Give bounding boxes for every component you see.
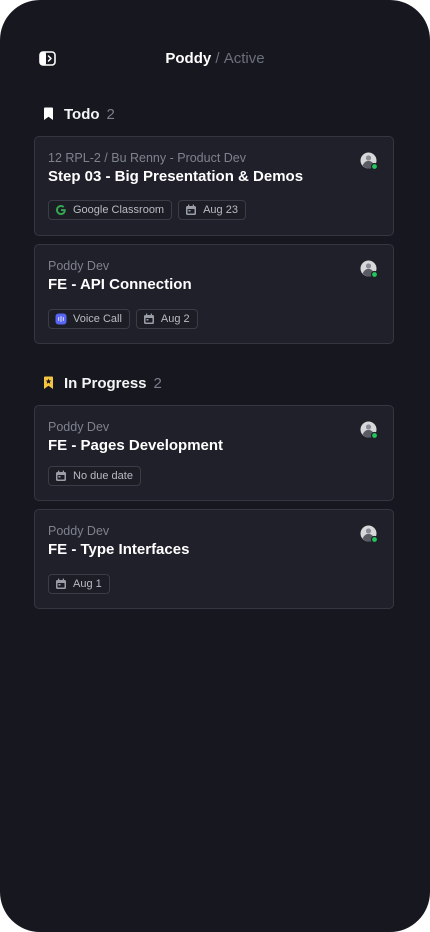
task-project: Poddy Dev — [48, 524, 110, 538]
integration-tag[interactable]: Google Classroom — [48, 200, 173, 220]
task-card[interactable]: Poddy Dev FE - Type Interfaces Aug 1 — [34, 509, 394, 609]
avatar[interactable] — [360, 260, 378, 278]
section-count: 2 — [106, 105, 115, 123]
section-header-todo[interactable]: Todo 2 — [42, 104, 115, 124]
task-title: FE - API Connection — [48, 276, 192, 293]
section-title: In Progress — [64, 374, 147, 392]
task-tags: Voice Call Aug 2 — [48, 309, 204, 329]
task-project: Poddy Dev — [48, 420, 110, 434]
avatar[interactable] — [360, 525, 378, 543]
tag-label: Aug 23 — [203, 204, 238, 216]
tag-label: Aug 1 — [73, 578, 102, 590]
task-title: FE - Type Interfaces — [48, 541, 190, 558]
task-card[interactable]: Poddy Dev FE - Pages Development No due … — [34, 405, 394, 501]
calendar-icon — [186, 204, 197, 215]
due-date-tag[interactable]: Aug 2 — [135, 309, 198, 329]
task-tags: Google Classroom Aug 23 — [48, 200, 252, 220]
voice-call-icon — [55, 313, 67, 325]
integration-tag[interactable]: Voice Call — [48, 309, 130, 329]
task-tags: Aug 1 — [48, 574, 116, 594]
google-icon — [56, 205, 66, 215]
tag-label: Google Classroom — [73, 204, 165, 216]
due-date-tag[interactable]: No due date — [48, 466, 141, 486]
status-filter[interactable]: Active — [224, 50, 265, 67]
section-count: 2 — [153, 374, 162, 392]
tag-label: Voice Call — [73, 313, 122, 325]
calendar-icon — [56, 470, 66, 481]
task-project: Poddy Dev — [48, 259, 110, 273]
calendar-icon — [56, 578, 66, 589]
bookmark-star-icon — [44, 376, 53, 389]
breadcrumb-separator: / — [215, 50, 220, 67]
bookmark-icon — [44, 107, 53, 120]
tag-label: No due date — [73, 470, 133, 482]
task-title: FE - Pages Development — [48, 437, 224, 454]
avatar[interactable] — [360, 152, 378, 170]
header: Poddy / Active — [0, 46, 430, 72]
section-title: Todo — [64, 105, 100, 123]
app-screen: Poddy / Active Todo 2 12 RPL-2 / Bu Renn… — [0, 0, 430, 932]
task-project: 12 RPL-2 / Bu Renny - Product Dev — [48, 151, 247, 165]
task-card[interactable]: Poddy Dev FE - API Connection Voice Call — [34, 244, 394, 344]
workspace-name[interactable]: Poddy — [165, 50, 211, 67]
due-date-tag[interactable]: Aug 1 — [48, 574, 110, 594]
avatar[interactable] — [360, 421, 378, 439]
task-card[interactable]: 12 RPL-2 / Bu Renny - Product Dev Step 0… — [34, 136, 394, 236]
page-title: Poddy / Active — [0, 50, 430, 67]
calendar-icon — [143, 313, 154, 324]
task-tags: No due date — [48, 466, 147, 486]
tag-label: Aug 2 — [160, 313, 190, 325]
task-title: Step 03 - Big Presentation & Demos — [48, 168, 304, 185]
section-header-in-progress[interactable]: In Progress 2 — [42, 373, 162, 393]
due-date-tag[interactable]: Aug 23 — [178, 200, 246, 220]
